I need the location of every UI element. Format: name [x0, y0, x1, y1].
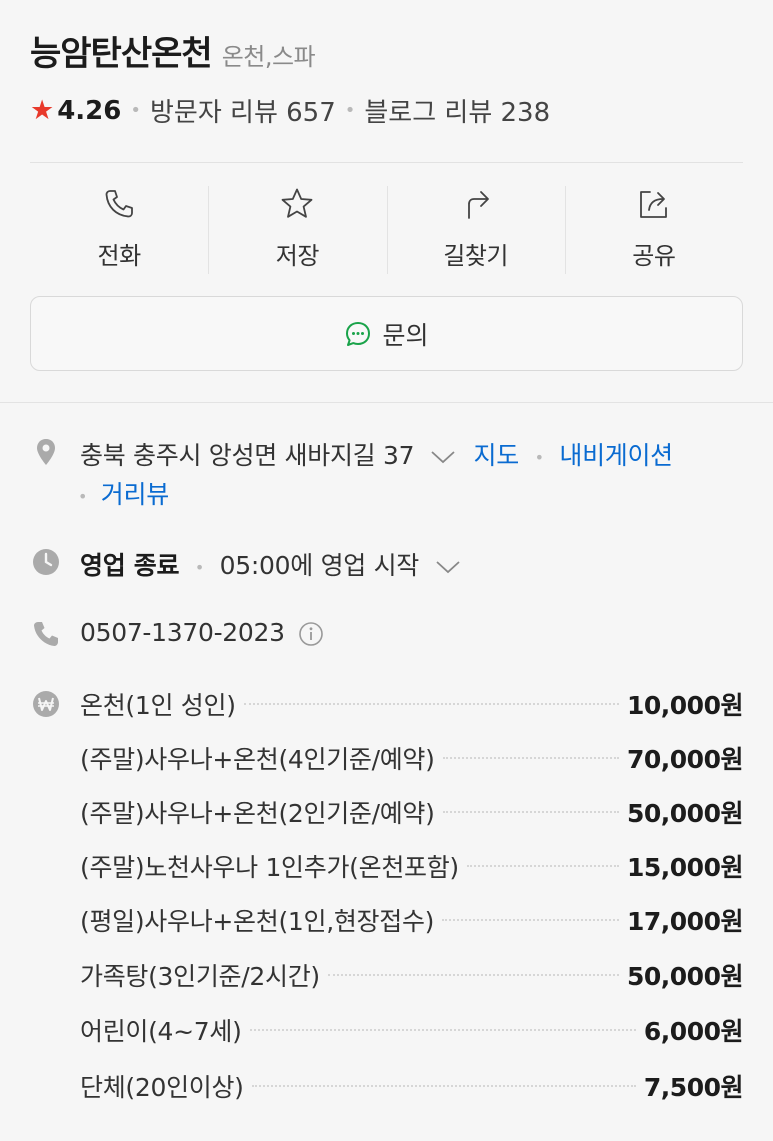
- price-item-name: 가족탕(3인기준/2시간): [80, 962, 320, 991]
- share-button[interactable]: 공유: [564, 186, 743, 276]
- street-view-link[interactable]: 거리뷰: [101, 480, 169, 509]
- chevron-down-icon[interactable]: [435, 559, 461, 575]
- separator-dot: •: [130, 100, 141, 121]
- chat-bubble-icon: [346, 321, 371, 346]
- separator-dot: •: [534, 447, 544, 467]
- dotted-leader: [442, 919, 619, 921]
- price-item-name: (평일)사우나+온천(1인,현장접수): [80, 907, 435, 936]
- price-item: 가족탕(3인기준/2시간) 50,000원: [80, 955, 743, 995]
- clock-icon: [33, 549, 59, 575]
- blog-reviews-link[interactable]: 블로그 리뷰 238: [364, 92, 550, 129]
- place-name: 능암탄산온천: [30, 34, 213, 74]
- dotted-leader: [442, 757, 619, 759]
- directions-button[interactable]: 길찾기: [386, 186, 565, 276]
- price-item-name: 어린이(4~7세): [80, 1017, 242, 1046]
- price-item-name: (주말)사우나+온천(2인기준/예약): [80, 799, 435, 828]
- separator-dot: •: [78, 486, 88, 506]
- hours-row[interactable]: 영업 종료 • 05:00에 영업 시작: [80, 546, 461, 582]
- visitor-reviews-link[interactable]: 방문자 리뷰 657: [150, 92, 336, 129]
- call-button[interactable]: 전화: [30, 186, 208, 276]
- directions-label: 길찾기: [443, 242, 508, 270]
- section-divider: [0, 402, 773, 403]
- dotted-leader: [466, 865, 619, 867]
- price-item: 단체(20인이상) 7,500원: [80, 1066, 743, 1106]
- price-item: (주말)사우나+온천(2인기준/예약) 50,000원: [80, 792, 743, 832]
- price-item: 온천(1인 성인) 10,000원: [80, 684, 743, 724]
- dotted-leader: [243, 703, 619, 705]
- phone-number[interactable]: 0507-1370-2023: [80, 618, 285, 647]
- map-link[interactable]: 지도: [474, 441, 520, 470]
- dotted-leader: [442, 811, 619, 813]
- star-rating-icon: ★: [30, 95, 55, 126]
- price-item: (주말)사우나+온천(4인기준/예약) 70,000원: [80, 738, 743, 778]
- inquiry-label: 문의: [382, 320, 429, 350]
- share-icon: [639, 191, 667, 218]
- price-item: 어린이(4~7세) 6,000원: [80, 1010, 743, 1050]
- dotted-leader: [251, 1085, 636, 1087]
- price-item-name: 단체(20인이상): [80, 1073, 244, 1102]
- dotted-leader: [249, 1029, 636, 1031]
- separator-dot: •: [344, 100, 356, 121]
- won-currency-icon: [33, 691, 59, 717]
- share-label: 공유: [632, 242, 676, 270]
- business-status: 영업 종료: [80, 551, 180, 580]
- opening-time: 05:00에 영업 시작: [219, 551, 420, 580]
- save-button[interactable]: 저장: [208, 186, 386, 276]
- price-item-value: 17,000원: [627, 907, 743, 936]
- price-item: (주말)노천사우나 1인추가(온천포함) 15,000원: [80, 846, 743, 886]
- navigation-link[interactable]: 내비게이션: [559, 441, 673, 470]
- price-item-name: (주말)노천사우나 1인추가(온천포함): [80, 853, 459, 882]
- price-item-value: 50,000원: [627, 799, 743, 828]
- place-info-panel: 능암탄산온천 온천,스파 ★ 4.26 • 방문자 리뷰 657 • 블로그 리…: [0, 0, 773, 1141]
- phone-icon: [105, 190, 134, 218]
- price-item-value: 70,000원: [627, 745, 743, 774]
- address-text: 충북 충주시 앙성면 새바지길 37: [80, 441, 415, 470]
- rating-value: 4.26: [57, 95, 122, 126]
- phone-small-icon: [34, 622, 58, 646]
- star-outline-icon: [281, 188, 313, 218]
- rating-row: ★ 4.26 • 방문자 리뷰 657 • 블로그 리뷰 238: [30, 92, 550, 129]
- price-item-value: 10,000원: [627, 691, 743, 720]
- price-item-value: 50,000원: [627, 962, 743, 991]
- price-item-value: 15,000원: [627, 853, 743, 882]
- price-item-name: (주말)사우나+온천(4인기준/예약): [80, 745, 435, 774]
- save-label: 저장: [275, 242, 320, 270]
- dotted-leader: [327, 974, 619, 976]
- inquiry-button[interactable]: 문의: [30, 296, 743, 371]
- price-item-value: 6,000원: [643, 1017, 744, 1046]
- address-row-2: • 거리뷰: [78, 475, 169, 511]
- divider: [30, 162, 743, 163]
- location-pin-icon: [37, 439, 55, 465]
- price-item-name: 온천(1인 성인): [80, 691, 236, 720]
- call-label: 전화: [97, 242, 142, 270]
- place-category: 온천,스파: [221, 43, 316, 71]
- title-row: 능암탄산온천 온천,스파: [30, 26, 316, 75]
- directions-arrow-icon: [467, 191, 489, 219]
- info-circle-icon[interactable]: [298, 621, 324, 647]
- price-item: (평일)사우나+온천(1인,현장접수) 17,000원: [80, 900, 743, 940]
- phone-row[interactable]: 0507-1370-2023: [80, 618, 324, 647]
- chevron-down-icon[interactable]: [430, 449, 456, 465]
- separator-dot: •: [194, 557, 205, 577]
- address-row: 충북 충주시 앙성면 새바지길 37 지도 • 내비게이션: [80, 436, 673, 472]
- price-item-value: 7,500원: [643, 1073, 744, 1102]
- action-bar: 전화 저장 길찾기 공유: [30, 186, 743, 276]
